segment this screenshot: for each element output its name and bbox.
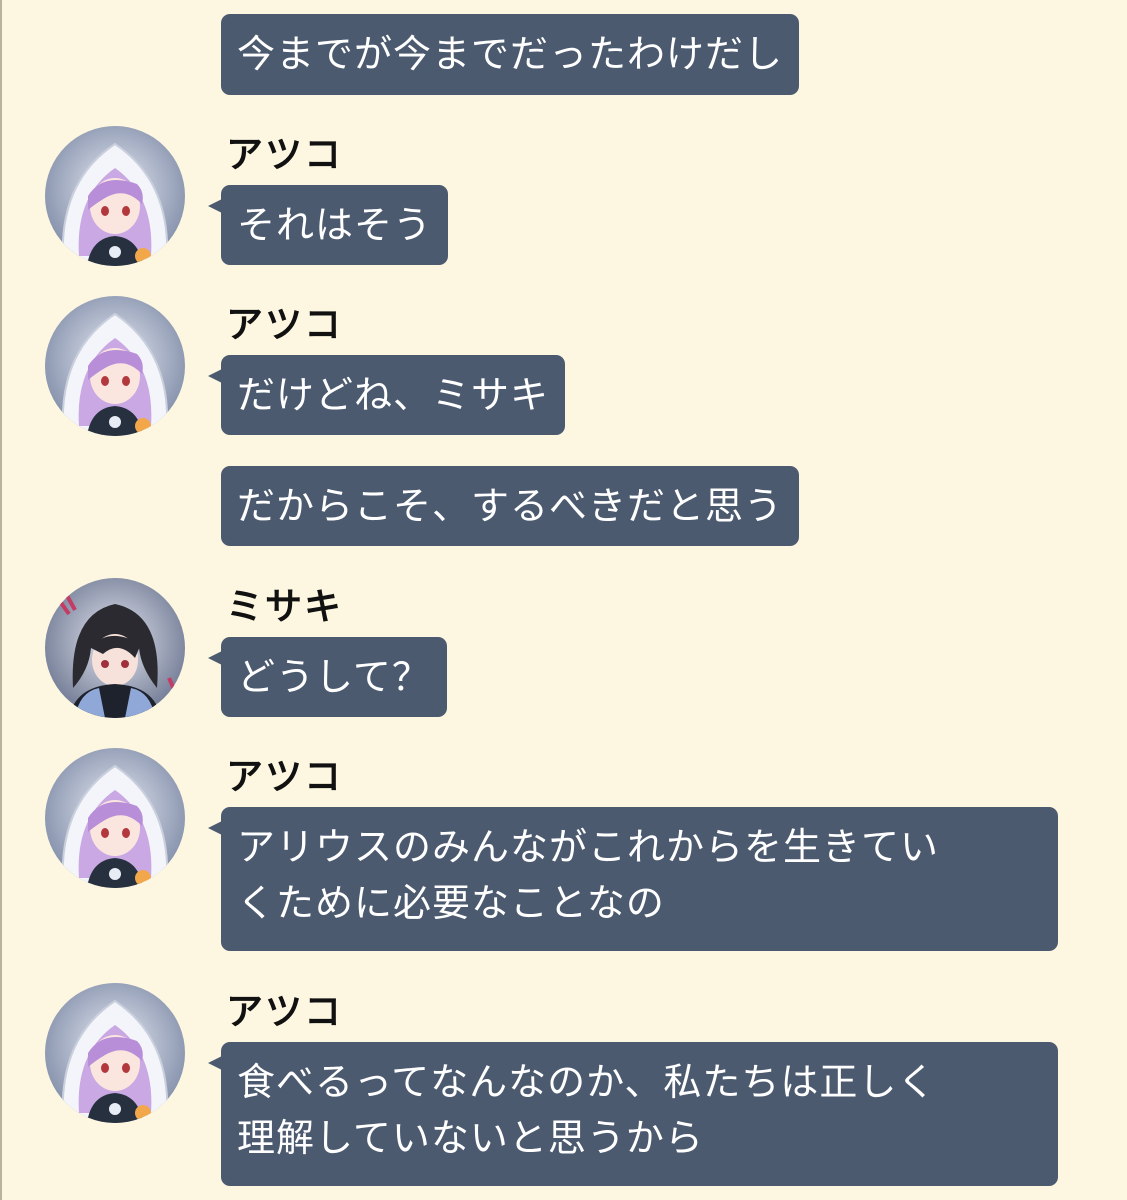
message-bubble: だからこそ、するべきだと思う	[221, 466, 800, 546]
atsuko-avatar[interactable]	[45, 126, 185, 266]
message-text: だからこそ、するべきだと思う	[237, 484, 784, 528]
bubble-tail	[208, 821, 222, 835]
message-text-line: 食べるってなんなのか、私たちは正しく	[237, 1060, 937, 1104]
sender-name: アツコ	[226, 303, 343, 346]
message-bubble: 今までが今までだったわけだし	[221, 14, 800, 95]
message-bubble: アリウスのみんながこれからを生きてい くために必要なことなの	[221, 807, 1058, 951]
message-bubble: だけどね、ミサキ	[221, 355, 566, 435]
atsuko-avatar[interactable]	[45, 296, 185, 436]
message-bubble: それはそう	[221, 185, 449, 265]
bubble-tail	[208, 369, 222, 383]
left-edge-divider	[0, 0, 2, 1200]
bubble-tail	[208, 1056, 222, 1070]
message-text: だけどね、ミサキ	[237, 373, 550, 417]
message-text-line: くために必要なことなの	[237, 881, 665, 925]
message-text: 今までが今までだったわけだし	[237, 32, 784, 76]
sender-name: アツコ	[226, 133, 343, 176]
sender-name: アツコ	[226, 990, 343, 1033]
message-bubble: 食べるってなんなのか、私たちは正しく 理解していないと思うから	[221, 1042, 1058, 1186]
atsuko-avatar[interactable]	[45, 748, 185, 888]
bubble-tail	[208, 199, 222, 213]
message-text: どうして？	[237, 655, 431, 699]
sender-name: ミサキ	[226, 585, 343, 628]
message-text: それはそう	[237, 203, 433, 247]
message-text-line: アリウスのみんながこれからを生きてい	[237, 825, 940, 869]
sender-name: アツコ	[226, 755, 343, 798]
message-bubble: どうして？	[221, 637, 447, 717]
bubble-tail	[208, 651, 222, 665]
atsuko-avatar[interactable]	[45, 983, 185, 1123]
message-text-line: 理解していないと思うから	[237, 1116, 704, 1160]
misaki-avatar[interactable]	[45, 578, 185, 718]
